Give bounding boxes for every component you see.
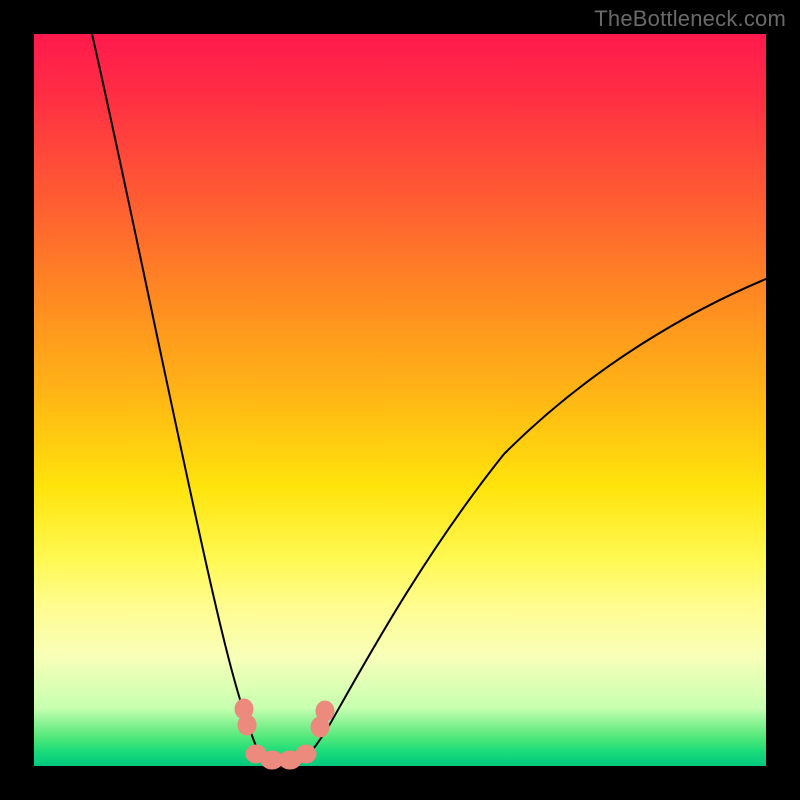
curve-right-branch bbox=[296, 279, 766, 764]
marker-dot bbox=[316, 701, 334, 721]
curve-layer bbox=[34, 34, 766, 766]
gradient-plot-area bbox=[34, 34, 766, 766]
marker-dot bbox=[238, 715, 256, 735]
data-markers bbox=[235, 699, 334, 769]
watermark-text: TheBottleneck.com bbox=[594, 6, 786, 32]
curve-left-branch bbox=[92, 34, 270, 764]
marker-dot bbox=[296, 745, 316, 763]
